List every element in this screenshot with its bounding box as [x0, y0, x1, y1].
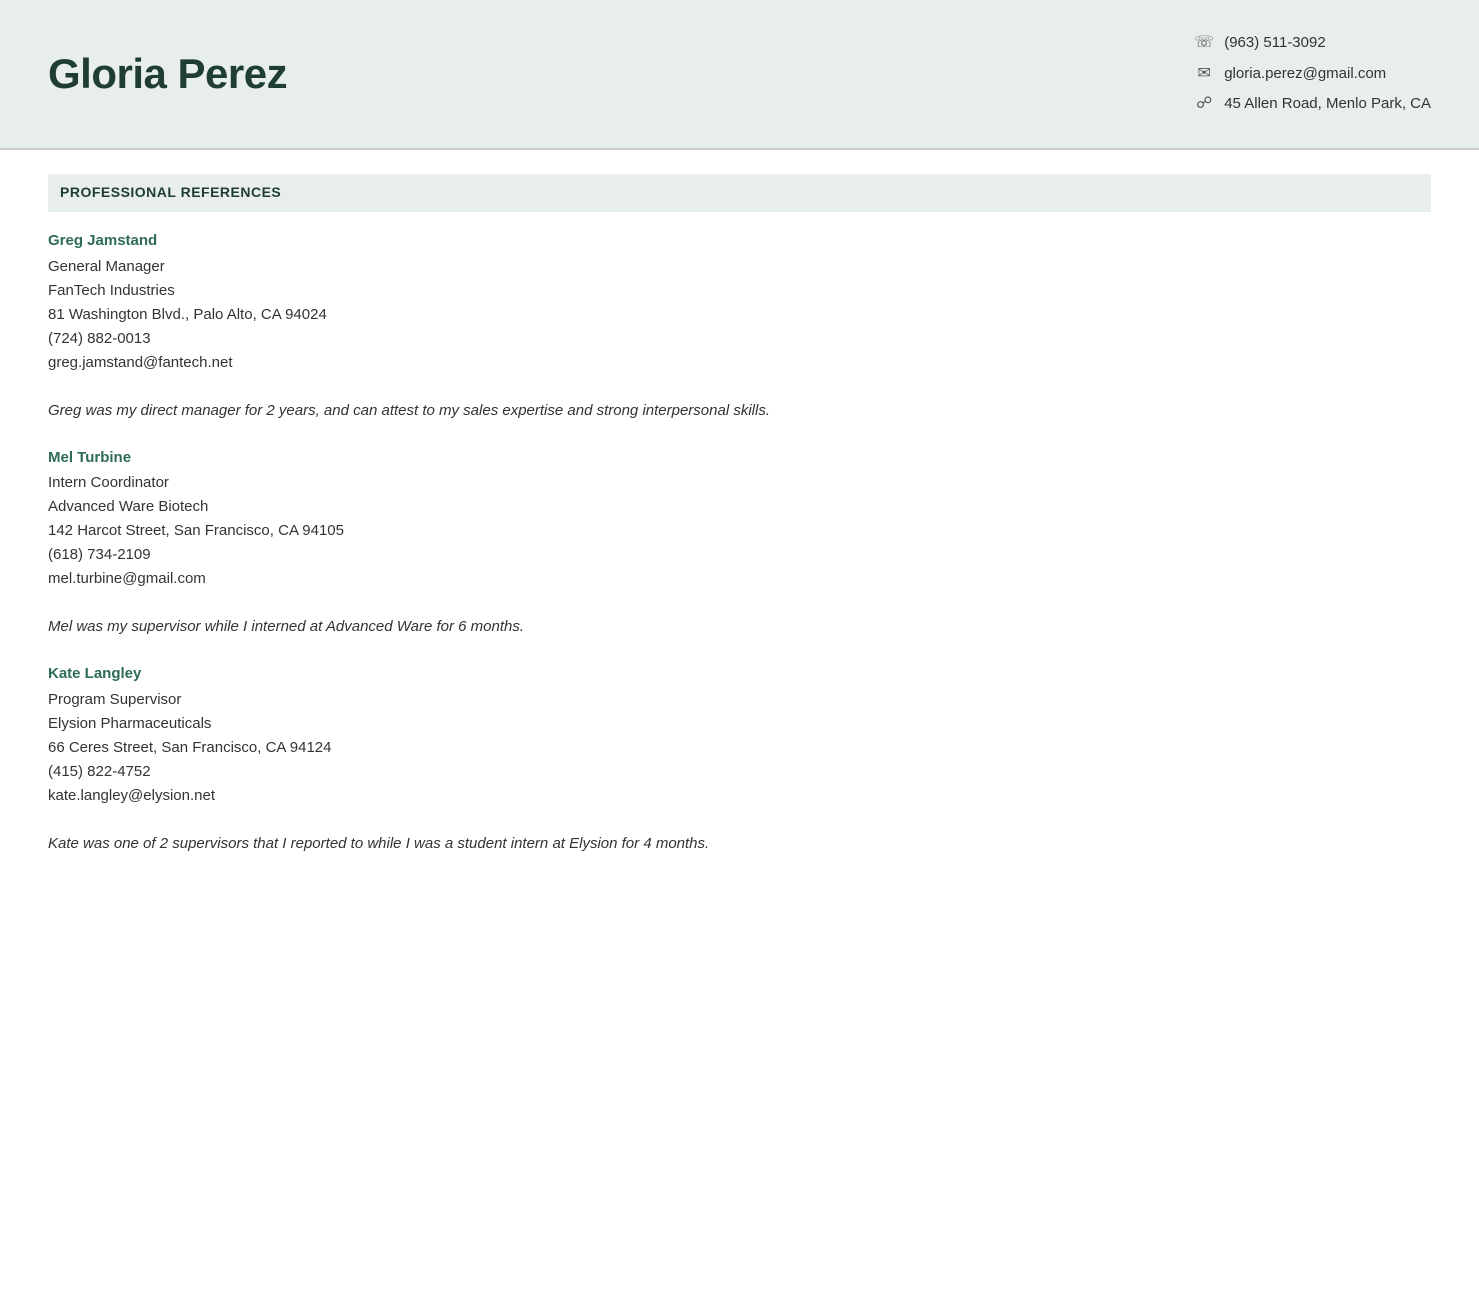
reference-title-greg: General Manager — [48, 255, 1431, 279]
candidate-name: Gloria Perez — [48, 42, 287, 105]
address-item: ☍ 45 Allen Road, Menlo Park, CA — [1194, 93, 1431, 116]
reference-phone-greg: (724) 882-0013 — [48, 327, 1431, 351]
reference-address-mel: 142 Harcot Street, San Francisco, CA 941… — [48, 519, 1431, 543]
resume-header: Gloria Perez ☏ (963) 511-3092 ✉ gloria.p… — [0, 0, 1479, 148]
reference-company-kate: Elysion Pharmaceuticals — [48, 712, 1431, 736]
reference-name-greg: Greg Jamstand — [48, 230, 1431, 253]
reference-note-mel: Mel was my supervisor while I interned a… — [48, 615, 1431, 639]
reference-greg: Greg Jamstand General Manager FanTech In… — [48, 230, 1431, 375]
phone-icon: ☏ — [1194, 33, 1214, 53]
reference-email-greg: greg.jamstand@fantech.net — [48, 351, 1431, 375]
section-title: PROFESSIONAL REFERENCES — [60, 184, 281, 200]
phone-number: (963) 511-3092 — [1224, 32, 1325, 55]
reference-address-kate: 66 Ceres Street, San Francisco, CA 94124 — [48, 736, 1431, 760]
reference-phone-mel: (618) 734-2109 — [48, 543, 1431, 567]
reference-title-kate: Program Supervisor — [48, 688, 1431, 712]
email-icon: ✉ — [1194, 64, 1214, 84]
reference-kate: Kate Langley Program Supervisor Elysion … — [48, 663, 1431, 808]
section-header: PROFESSIONAL REFERENCES — [48, 174, 1431, 213]
email-address: gloria.perez@gmail.com — [1224, 63, 1386, 86]
reference-note-greg: Greg was my direct manager for 2 years, … — [48, 399, 1431, 423]
email-item: ✉ gloria.perez@gmail.com — [1194, 63, 1431, 86]
contact-info: ☏ (963) 511-3092 ✉ gloria.perez@gmail.co… — [1194, 32, 1431, 116]
header-name-container: Gloria Perez — [48, 42, 287, 105]
reference-email-kate: kate.langley@elysion.net — [48, 784, 1431, 808]
reference-email-mel: mel.turbine@gmail.com — [48, 567, 1431, 591]
reference-company-greg: FanTech Industries — [48, 279, 1431, 303]
reference-mel: Mel Turbine Intern Coordinator Advanced … — [48, 447, 1431, 592]
reference-name-mel: Mel Turbine — [48, 447, 1431, 470]
reference-name-kate: Kate Langley — [48, 663, 1431, 686]
phone-item: ☏ (963) 511-3092 — [1194, 32, 1431, 55]
reference-title-mel: Intern Coordinator — [48, 471, 1431, 495]
reference-address-greg: 81 Washington Blvd., Palo Alto, CA 94024 — [48, 303, 1431, 327]
location-icon: ☍ — [1194, 94, 1214, 114]
street-address: 45 Allen Road, Menlo Park, CA — [1224, 93, 1431, 116]
reference-phone-kate: (415) 822-4752 — [48, 760, 1431, 784]
reference-company-mel: Advanced Ware Biotech — [48, 495, 1431, 519]
reference-note-kate: Kate was one of 2 supervisors that I rep… — [48, 832, 1431, 856]
main-content: PROFESSIONAL REFERENCES Greg Jamstand Ge… — [0, 150, 1479, 920]
